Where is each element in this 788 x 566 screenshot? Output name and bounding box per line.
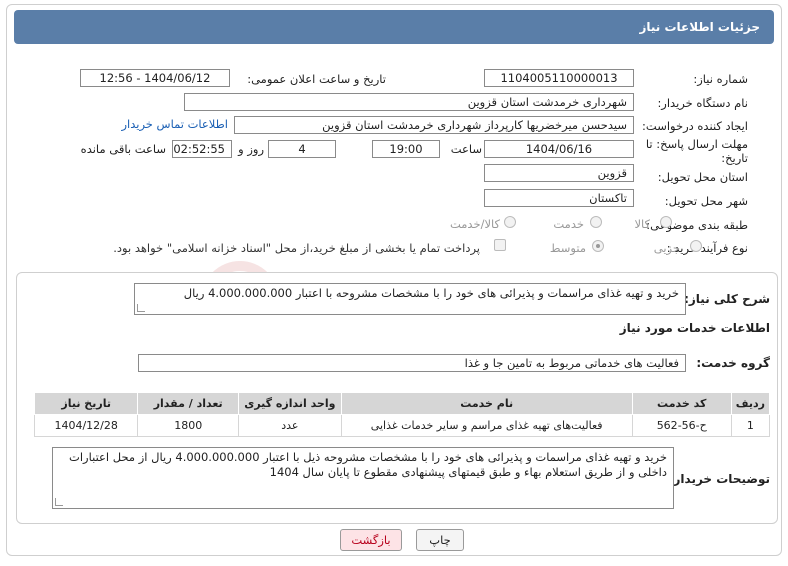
cell-service-name: فعالیت‌های تهیه غذای مراسم و سایر خدمات … [340, 414, 633, 437]
cell-row-number: 1 [730, 414, 771, 437]
process-minor-radio[interactable] [690, 240, 702, 252]
service-group-label: گروه خدمت: [696, 356, 770, 370]
deadline-label: مهلت ارسال پاسخ: تا تاریخ: [645, 137, 748, 165]
process-medium-radio[interactable] [592, 240, 604, 252]
buyer-org-field[interactable]: شهرداری خرمدشت استان قزوین [184, 93, 634, 111]
province-field[interactable]: قزوین [484, 164, 634, 182]
creator-label: ایجاد کننده درخواست: [642, 119, 748, 133]
city-field[interactable]: تاکستان [484, 189, 634, 207]
print-button[interactable]: چاپ [416, 529, 464, 551]
summary-label: شرح کلی نیاز: [684, 292, 770, 306]
cell-service-code: ح-56-562 [631, 414, 732, 437]
cell-unit: عدد [238, 414, 342, 437]
remaining-time-field[interactable]: 02:52:55 [172, 140, 232, 158]
buyer-contact-link[interactable]: اطلاعات تماس خریدار [121, 117, 228, 131]
process-minor-label: جزیی [653, 241, 680, 255]
province-label: استان محل تحویل: [657, 170, 748, 184]
announce-date-field[interactable]: 1404/06/12 - 12:56 [80, 69, 230, 87]
summary-field[interactable]: خرید و تهیه غذای مراسمات و پذیرائی های خ… [134, 283, 686, 315]
col-row-header: ردیف [730, 392, 771, 415]
col-qty-header: تعداد / مقدار [137, 392, 240, 415]
summary-text: خرید و تهیه غذای مراسمات و پذیرائی های خ… [183, 286, 679, 300]
category-goods-label: کالا [634, 217, 650, 231]
process-medium-label: متوسط [549, 241, 586, 255]
services-table: ردیف کد خدمت نام خدمت واحد اندازه گیری ت… [33, 392, 771, 437]
buyer-notes-label: توضیحات خریدار: [668, 472, 770, 486]
need-number-label: شماره نیاز: [693, 72, 748, 86]
payment-note: پرداخت تمام یا بخشی از مبلغ خرید،از محل … [113, 241, 480, 255]
treasury-checkbox[interactable] [494, 239, 506, 251]
category-goods-radio[interactable] [660, 216, 672, 228]
creator-field[interactable]: سیدحسن میرخضریها کارپرداز شهرداری خرمدشت… [234, 116, 634, 134]
city-label: شهر محل تحویل: [664, 194, 748, 208]
table-header-row: ردیف کد خدمت نام خدمت واحد اندازه گیری ت… [33, 392, 771, 415]
back-button[interactable]: بازگشت [340, 529, 402, 551]
deadline-hour-label: ساعت [450, 142, 482, 156]
service-group-field[interactable]: فعالیت های خدماتی مربوط به تامین جا و غذ… [138, 354, 686, 372]
buyer-notes-text: خرید و تهیه غذای مراسمات و پذیرائی های خ… [69, 450, 667, 479]
cell-quantity: 1800 [137, 414, 240, 437]
remaining-time-label: ساعت باقی مانده [80, 142, 166, 156]
page-title: جزئیات اطلاعات نیاز [14, 10, 774, 44]
days-label: روز و [238, 142, 264, 156]
deadline-date-field[interactable]: 1404/06/16 [484, 140, 634, 158]
services-heading: اطلاعات خدمات مورد نیاز [619, 321, 770, 335]
cell-need-date: 1404/12/28 [33, 414, 139, 437]
category-service-label: خدمت [553, 217, 584, 231]
col-date-header: تاریخ نیاز [33, 392, 139, 415]
col-unit-header: واحد اندازه گیری [238, 392, 342, 415]
buyer-notes-field[interactable]: خرید و تهیه غذای مراسمات و پذیرائی های خ… [52, 447, 674, 509]
announce-date-label: تاریخ و ساعت اعلان عمومی: [247, 72, 386, 86]
category-service-radio[interactable] [590, 216, 602, 228]
category-goods-service-label: کالا/خدمت [449, 217, 500, 231]
resize-handle[interactable] [137, 304, 145, 312]
resize-handle[interactable] [55, 498, 63, 506]
deadline-time-field[interactable]: 19:00 [372, 140, 440, 158]
col-name-header: نام خدمت [340, 392, 633, 415]
category-goods-service-radio[interactable] [504, 216, 516, 228]
remaining-days-field[interactable]: 4 [268, 140, 336, 158]
need-number-field[interactable]: 1104005110000013 [484, 69, 634, 87]
buyer-org-label: نام دستگاه خریدار: [657, 96, 748, 110]
table-row[interactable]: 1 ح-56-562 فعالیت‌های تهیه غذای مراسم و … [33, 414, 771, 437]
col-code-header: کد خدمت [631, 392, 732, 415]
